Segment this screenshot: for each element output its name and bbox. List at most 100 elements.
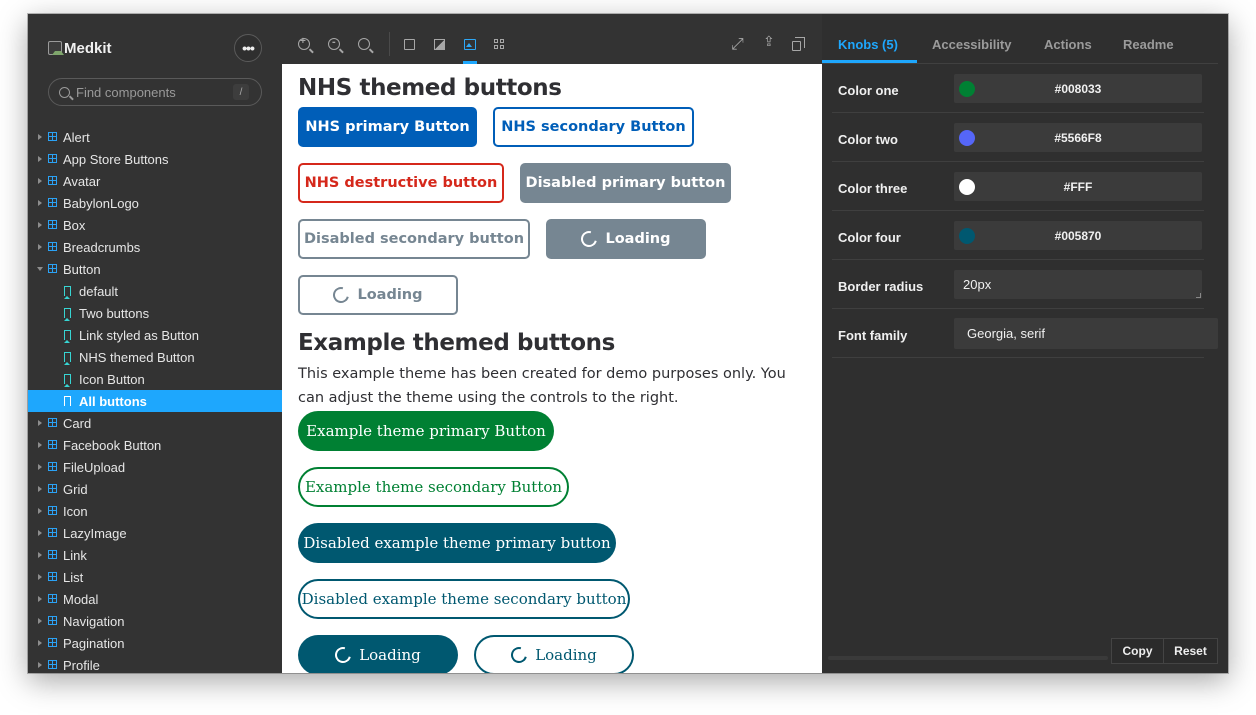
sidebar-component-item[interactable]: Breadcrumbs: [28, 236, 282, 258]
copy-link-icon[interactable]: [792, 37, 805, 51]
sidebar-item-label: Link styled as Button: [79, 328, 199, 343]
sidebar-item-label: BabylonLogo: [63, 195, 139, 211]
tab-readme[interactable]: Readme: [1123, 37, 1174, 52]
sidebar-component-item[interactable]: Profile: [28, 654, 282, 673]
sidebar-component-item[interactable]: Navigation: [28, 610, 282, 632]
sidebar-story-item[interactable]: Two buttons: [28, 302, 282, 324]
border-radius-field[interactable]: 20px: [954, 270, 1202, 299]
spinner-icon: [578, 228, 601, 250]
knob-label: Color one: [838, 83, 899, 98]
sidebar-item-label: Button: [63, 261, 101, 277]
color-one-field[interactable]: #008033: [954, 74, 1202, 103]
sidebar-component-item[interactable]: LazyImage: [28, 522, 282, 544]
sidebar-component-item[interactable]: Button: [28, 258, 282, 280]
sidebar-component-item[interactable]: Icon: [28, 500, 282, 522]
color-four-field[interactable]: #005870: [954, 221, 1202, 250]
sidebar-item-label: default: [79, 284, 119, 299]
addons-panel: Knobs (5) Accessibility Actions Readme C…: [822, 14, 1228, 673]
example-disabled-primary-button: Disabled example theme primary button: [298, 523, 616, 563]
sidebar-story-item[interactable]: NHS themed Button: [28, 346, 282, 368]
resize-handle-icon[interactable]: [1196, 293, 1201, 298]
sidebar-component-item[interactable]: App Store Buttons: [28, 148, 282, 170]
sidebar-story-item[interactable]: default: [28, 280, 282, 302]
tab-knobs[interactable]: Knobs (5): [838, 37, 898, 52]
brand-logo[interactable]: Medkit: [48, 38, 112, 58]
sidebar-item-label: App Store Buttons: [63, 151, 169, 167]
tab-actions[interactable]: Actions: [1044, 37, 1092, 52]
sidebar-item-label: All buttons: [79, 394, 147, 409]
chevron-right-icon: [38, 552, 42, 558]
more-options-button[interactable]: •••: [234, 34, 262, 62]
nhs-destructive-button[interactable]: NHS destructive button: [298, 163, 504, 203]
component-tree: Alert App Store Buttons Avatar BabylonLogo B…: [28, 126, 282, 673]
component-icon: [48, 572, 57, 581]
component-icon: [48, 220, 57, 229]
sidebar-story-item[interactable]: Link styled as Button: [28, 324, 282, 346]
nhs-primary-button[interactable]: NHS primary Button: [298, 107, 477, 147]
color-two-field[interactable]: #5566F8: [954, 123, 1202, 152]
toolbar-divider: [389, 32, 390, 56]
sidebar-component-item[interactable]: FileUpload: [28, 456, 282, 478]
component-icon: [48, 550, 57, 559]
sidebar-item-label: NHS themed Button: [79, 350, 195, 365]
background-icon[interactable]: [434, 39, 445, 50]
sidebar-component-item[interactable]: Modal: [28, 588, 282, 610]
share-icon[interactable]: [763, 34, 777, 51]
component-icon: [48, 594, 57, 603]
sidebar-component-item[interactable]: Card: [28, 412, 282, 434]
sidebar-component-item[interactable]: List: [28, 566, 282, 588]
sidebar-component-item[interactable]: Grid: [28, 478, 282, 500]
zoom-out-icon[interactable]: [328, 36, 340, 50]
search-input[interactable]: [76, 84, 226, 100]
preview-canvas: NHS themed buttons NHS primary Button NH…: [282, 64, 822, 673]
sidebar-component-item[interactable]: Alert: [28, 126, 282, 148]
reset-button[interactable]: Reset: [1163, 638, 1218, 664]
zoom-reset-icon[interactable]: [358, 38, 370, 50]
chevron-right-icon: [38, 508, 42, 514]
sidebar-item-label: Breadcrumbs: [63, 239, 141, 255]
copy-button[interactable]: Copy: [1111, 638, 1164, 664]
sidebar-component-item[interactable]: Avatar: [28, 170, 282, 192]
example-secondary-button[interactable]: Example theme secondary Button: [298, 467, 569, 507]
sidebar-item-label: Icon Button: [79, 372, 145, 387]
chevron-right-icon: [38, 618, 42, 624]
sidebar-component-item[interactable]: Pagination: [28, 632, 282, 654]
chevron-right-icon: [38, 464, 42, 470]
grid-icon[interactable]: [404, 39, 415, 50]
color-three-field[interactable]: #FFF: [954, 172, 1202, 201]
sidebar-item-label: LazyImage: [63, 525, 127, 541]
example-primary-button[interactable]: Example theme primary Button: [298, 411, 554, 451]
font-family-select[interactable]: Georgia, serif: [954, 318, 1218, 349]
knob-row: Color two #5566F8: [832, 113, 1204, 162]
horizontal-scrollbar[interactable]: [828, 656, 1108, 660]
tab-accessibility[interactable]: Accessibility: [932, 37, 1012, 52]
chevron-right-icon: [38, 596, 42, 602]
fullscreen-icon[interactable]: [731, 34, 744, 54]
sidebar-component-item[interactable]: BabylonLogo: [28, 192, 282, 214]
knob-label: Color four: [838, 230, 901, 245]
sidebar-story-item[interactable]: All buttons: [28, 390, 282, 412]
nhs-disabled-primary-button: Disabled primary button: [520, 163, 731, 203]
outline-icon[interactable]: [494, 39, 505, 50]
loading-label: Loading: [359, 646, 421, 664]
nhs-secondary-button[interactable]: NHS secondary Button: [493, 107, 694, 147]
component-icon: [48, 264, 57, 273]
spinner-icon: [508, 644, 531, 666]
chevron-right-icon: [38, 574, 42, 580]
sidebar-component-item[interactable]: Box: [28, 214, 282, 236]
bookmark-icon: [64, 352, 71, 365]
chevron-down-icon: [37, 267, 43, 271]
component-icon: [48, 506, 57, 515]
image-icon[interactable]: [464, 39, 476, 50]
search-box[interactable]: /: [48, 78, 262, 106]
bookmark-icon: [64, 286, 71, 299]
color-value: #008033: [1054, 82, 1102, 96]
sidebar-story-item[interactable]: Icon Button: [28, 368, 282, 390]
component-icon: [48, 176, 57, 185]
component-icon: [48, 484, 57, 493]
sidebar-component-item[interactable]: Facebook Button: [28, 434, 282, 456]
preview-toolbar: [282, 14, 822, 64]
zoom-in-icon[interactable]: [298, 36, 310, 50]
example-disabled-secondary-button: Disabled example theme secondary button: [298, 579, 630, 619]
sidebar-component-item[interactable]: Link: [28, 544, 282, 566]
